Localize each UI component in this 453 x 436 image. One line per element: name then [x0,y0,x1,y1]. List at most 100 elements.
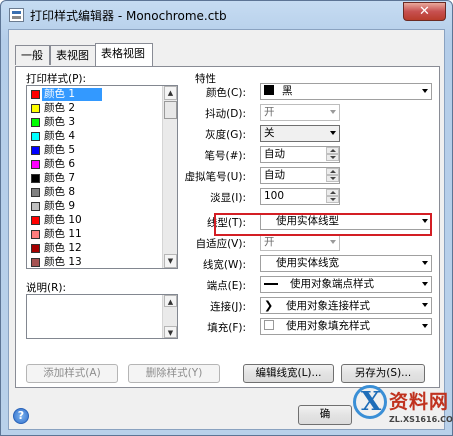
fillstyle-value: 使用对象填充样式 [286,320,370,332]
list-item[interactable]: 颜色 8 [27,186,163,199]
joinstyle-value: 使用对象连接样式 [286,300,370,312]
description-textarea[interactable]: ▲ ▼ [26,294,178,339]
list-item[interactable]: 颜色 3 [27,116,163,129]
endstyle-value: 使用对象端点样式 [290,278,374,290]
help-icon[interactable]: ? [13,408,29,424]
color-swatch-icon [31,244,40,253]
chevron-down-icon [422,261,428,265]
scroll-up-arrow-icon[interactable]: ▲ [164,86,177,100]
lineweight-combo[interactable]: 使用实体线宽 [260,255,432,272]
title-bar[interactable]: 打印样式编辑器 - Monochrome.ctb ✕ [1,1,452,29]
list-item[interactable]: 颜色 2 [27,102,163,115]
tab-form-view[interactable]: 表格视图 [95,43,153,66]
screening-value: 100 [264,190,285,202]
adaptive-label: 自适应(V): [195,238,246,250]
ok-button[interactable]: 确 [298,405,352,425]
fill-style-icon [264,320,274,330]
line-join-icon: ❯ [264,299,274,312]
dither-combo[interactable]: 开 [260,104,340,121]
adaptive-value: 开 [264,236,275,248]
chevron-down-icon [330,131,336,135]
screening-label: 淡显(I): [210,192,246,204]
list-item-label: 颜色 13 [44,256,82,268]
list-item[interactable]: 颜色 11 [27,228,163,241]
color-swatch-icon [31,202,40,211]
list-item-label: 颜色 9 [44,200,76,212]
spin-down-icon[interactable] [326,175,339,182]
print-styles-list[interactable]: 颜色 1 颜色 2 颜色 3 颜色 4 颜色 5 颜色 6 颜色 7 颜色 8 颜色 9 颜色 1… [26,85,178,269]
spin-up-icon[interactable] [326,168,339,175]
list-item[interactable]: 颜色 6 [27,158,163,171]
list-item[interactable]: 颜色 7 [27,172,163,185]
list-item[interactable]: 颜色 9 [27,200,163,213]
joinstyle-combo[interactable]: ❯ 使用对象连接样式 [260,297,432,314]
dialog-window: 打印样式编辑器 - Monochrome.ctb ✕ 一般 表视图 表格视图 打… [0,0,453,436]
color-swatch-icon [31,216,40,225]
list-item[interactable]: 颜色 12 [27,242,163,255]
delete-style-button[interactable]: 删除样式(Y) [128,364,220,383]
chevron-down-icon [330,110,336,114]
color-combo[interactable]: 黑 [260,83,432,100]
tab-general[interactable]: 一般 [15,45,50,65]
screening-spinner[interactable]: 100 [260,188,340,205]
tab-table-view[interactable]: 表视图 [50,45,96,65]
list-item-label: 颜色 7 [44,172,76,184]
list-item-label: 颜色 11 [44,228,82,240]
spin-up-icon[interactable] [326,147,339,154]
grayscale-combo[interactable]: 关 [260,125,340,142]
list-item[interactable]: 颜色 10 [27,214,163,227]
pen-number-value: 自动 [264,148,285,160]
watermark-title: 资料网 [389,391,450,413]
adaptive-combo[interactable]: 开 [260,234,340,251]
color-swatch-icon [31,104,40,113]
color-swatch-icon [31,188,40,197]
list-item[interactable]: 颜色 5 [27,144,163,157]
lineweight-value: 使用实体线宽 [276,257,339,269]
fillstyle-label: 填充(F): [207,322,246,334]
scroll-down-arrow-icon[interactable]: ▼ [164,254,177,268]
endstyle-combo[interactable]: 使用对象端点样式 [260,276,432,293]
color-swatch-icon [31,132,40,141]
color-label: 颜色(C): [205,87,246,99]
watermark-logo: X 资料网 ZL.XS1616.COM [351,381,453,436]
pen-number-spinner[interactable]: 自动 [260,146,340,163]
pen-number-label: 笔号(#): [204,150,246,162]
color-swatch-icon [31,258,40,267]
color-value: 黑 [282,85,293,97]
chevron-down-icon [422,282,428,286]
list-item-label: 颜色 8 [44,186,76,198]
list-item-label: 颜色 1 [44,88,76,100]
list-item-label: 颜色 4 [44,130,76,142]
list-item[interactable]: 颜色 13 [27,256,163,268]
list-item[interactable]: 颜色 4 [27,130,163,143]
color-swatch-icon [31,230,40,239]
spin-down-icon[interactable] [326,196,339,203]
edit-lineweights-button[interactable]: 编辑线宽(L)... [243,364,334,383]
list-item[interactable]: 颜色 1 [27,88,163,101]
list-item-label: 颜色 3 [44,116,76,128]
list-item-label: 颜色 6 [44,158,76,170]
chevron-down-icon [422,303,428,307]
spin-up-icon[interactable] [326,189,339,196]
virtual-pen-value: 自动 [264,169,285,181]
fillstyle-combo[interactable]: 使用对象填充样式 [260,318,432,335]
scroll-up-arrow-icon[interactable]: ▲ [164,295,177,307]
color-swatch-icon [31,160,40,169]
properties-group-label: 特性 [195,73,216,85]
spin-down-icon[interactable] [326,154,339,161]
list-item-label: 颜色 2 [44,102,76,114]
close-button[interactable]: ✕ [403,2,446,21]
chevron-down-icon [422,89,428,93]
list-scrollbar[interactable]: ▲ ▼ [162,86,177,268]
scroll-thumb[interactable] [164,101,177,119]
app-icon [9,8,24,22]
print-styles-label: 打印样式(P): [26,73,87,85]
dither-label: 抖动(D): [205,108,246,120]
description-scrollbar[interactable]: ▲ ▼ [162,295,177,338]
add-style-button[interactable]: 添加样式(A) [26,364,118,383]
virtual-pen-spinner[interactable]: 自动 [260,167,340,184]
color-swatch-icon [264,85,274,95]
scroll-down-arrow-icon[interactable]: ▼ [164,326,177,338]
watermark-x-icon: X [361,387,382,417]
grayscale-value: 关 [264,127,275,139]
